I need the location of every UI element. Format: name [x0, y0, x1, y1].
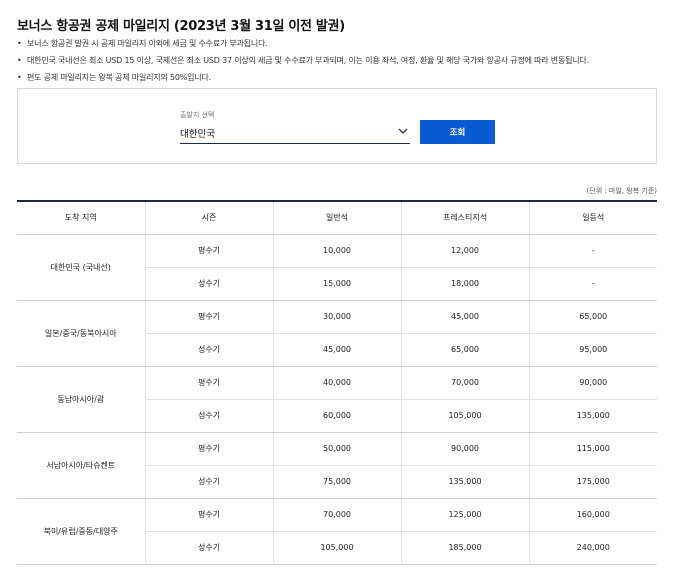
notice-list: • 보너스 항공권 발권 시 공제 마일리지 이외에 세금 및 수수료가 부과됩니…: [17, 38, 589, 89]
table-header-row: 도착 지역 시즌 일반석 프레스티지석 일등석: [17, 200, 657, 235]
region-name: 동남아시아/괌: [17, 366, 145, 433]
first-cell: -: [528, 267, 657, 301]
economy-cell: 105,000: [272, 531, 401, 565]
prestige-cell: 18,000: [400, 267, 529, 301]
header-season: 시즌: [144, 200, 273, 235]
notice-item: • 대한민국 국내선은 최소 USD 15 이상, 국제선은 최소 USD 37 …: [17, 55, 589, 72]
prestige-cell: 185,000: [400, 531, 529, 565]
notice-item: • 보너스 항공권 발권 시 공제 마일리지 이외에 세금 및 수수료가 부과됩니…: [17, 38, 589, 55]
notice-text: 대한민국 국내선은 최소 USD 15 이상, 국제선은 최소 USD 37 이…: [27, 56, 589, 65]
first-cell: 95,000: [528, 333, 657, 367]
first-cell: -: [528, 234, 657, 268]
departure-select[interactable]: 대한민국: [180, 122, 410, 144]
page-title: 보너스 항공권 공제 마일리지 (2023년 3월 31일 이전 발권): [17, 19, 345, 34]
table-row: 서남아시아/타슈켄트 평수기 50,000 90,000 115,000: [17, 432, 657, 499]
departure-select-value: 대한민국: [180, 129, 215, 140]
season-cell: 평수기: [144, 366, 273, 400]
table-row: 대한민국 (국내선) 평수기 10,000 12,000 -: [17, 234, 657, 301]
table-row: 동남아시아/괌 평수기 40,000 70,000 90,000: [17, 366, 657, 433]
prestige-cell: 125,000: [400, 498, 529, 532]
table-row: 일본/중국/동북아시아 평수기 30,000 45,000 65,000: [17, 300, 657, 367]
economy-cell: 70,000: [272, 498, 401, 532]
first-cell: 115,000: [528, 432, 657, 466]
first-cell: 240,000: [528, 531, 657, 565]
season-cell: 평수기: [144, 300, 273, 334]
region-name: 북미/유럽/중동/대양주: [17, 498, 145, 565]
header-prestige: 프레스티지석: [400, 200, 529, 235]
first-cell: 65,000: [528, 300, 657, 334]
economy-cell: 15,000: [272, 267, 401, 301]
table-row: 북미/유럽/중동/대양주 평수기 70,000 125,000 160,000: [17, 498, 657, 565]
season-cell: 평수기: [144, 432, 273, 466]
first-cell: 160,000: [528, 498, 657, 532]
prestige-cell: 135,000: [400, 465, 529, 499]
economy-cell: 30,000: [272, 300, 401, 334]
first-cell: 135,000: [528, 399, 657, 433]
region-name: 일본/중국/동북아시아: [17, 300, 145, 367]
region-name: 서남아시아/타슈켄트: [17, 432, 145, 499]
notice-item: • 편도 공제 마일리지는 왕복 공제 마일리지의 50%입니다.: [17, 72, 589, 89]
table-body: 대한민국 (국내선) 평수기 10,000 12,000 - 성수기 15,00…: [17, 234, 657, 565]
bullet: •: [17, 56, 22, 65]
season-cell: 성수기: [144, 531, 273, 565]
prestige-cell: 90,000: [400, 432, 529, 466]
search-button[interactable]: 조회: [420, 120, 495, 144]
season-cell: 평수기: [144, 498, 273, 532]
economy-cell: 60,000: [272, 399, 401, 433]
season-cell: 성수기: [144, 333, 273, 367]
economy-cell: 40,000: [272, 366, 401, 400]
bullet: •: [17, 73, 22, 82]
economy-cell: 10,000: [272, 234, 401, 268]
notice-text: 편도 공제 마일리지는 왕복 공제 마일리지의 50%입니다.: [27, 73, 211, 82]
economy-cell: 50,000: [272, 432, 401, 466]
prestige-cell: 65,000: [400, 333, 529, 367]
header-economy: 일반석: [272, 200, 401, 235]
notice-text: 보너스 항공권 발권 시 공제 마일리지 이외에 세금 및 수수료가 부과됩니다…: [27, 39, 268, 48]
first-cell: 175,000: [528, 465, 657, 499]
departure-select-label: 출발지 선택: [180, 111, 215, 119]
unit-note: (단위 : 마일, 왕복 기준): [586, 187, 657, 195]
economy-cell: 75,000: [272, 465, 401, 499]
season-cell: 성수기: [144, 399, 273, 433]
mileage-table: 도착 지역 시즌 일반석 프레스티지석 일등석 대한민국 (국내선) 평수기 1…: [17, 200, 657, 565]
search-panel: 출발지 선택 대한민국 조회: [17, 88, 657, 164]
economy-cell: 45,000: [272, 333, 401, 367]
season-cell: 성수기: [144, 267, 273, 301]
prestige-cell: 105,000: [400, 399, 529, 433]
header-region: 도착 지역: [17, 200, 145, 235]
season-cell: 평수기: [144, 234, 273, 268]
chevron-down-icon: [398, 128, 408, 134]
prestige-cell: 45,000: [400, 300, 529, 334]
bullet: •: [17, 39, 22, 48]
header-first: 일등석: [528, 200, 657, 235]
first-cell: 90,000: [528, 366, 657, 400]
prestige-cell: 12,000: [400, 234, 529, 268]
region-name: 대한민국 (국내선): [17, 234, 145, 301]
season-cell: 성수기: [144, 465, 273, 499]
prestige-cell: 70,000: [400, 366, 529, 400]
